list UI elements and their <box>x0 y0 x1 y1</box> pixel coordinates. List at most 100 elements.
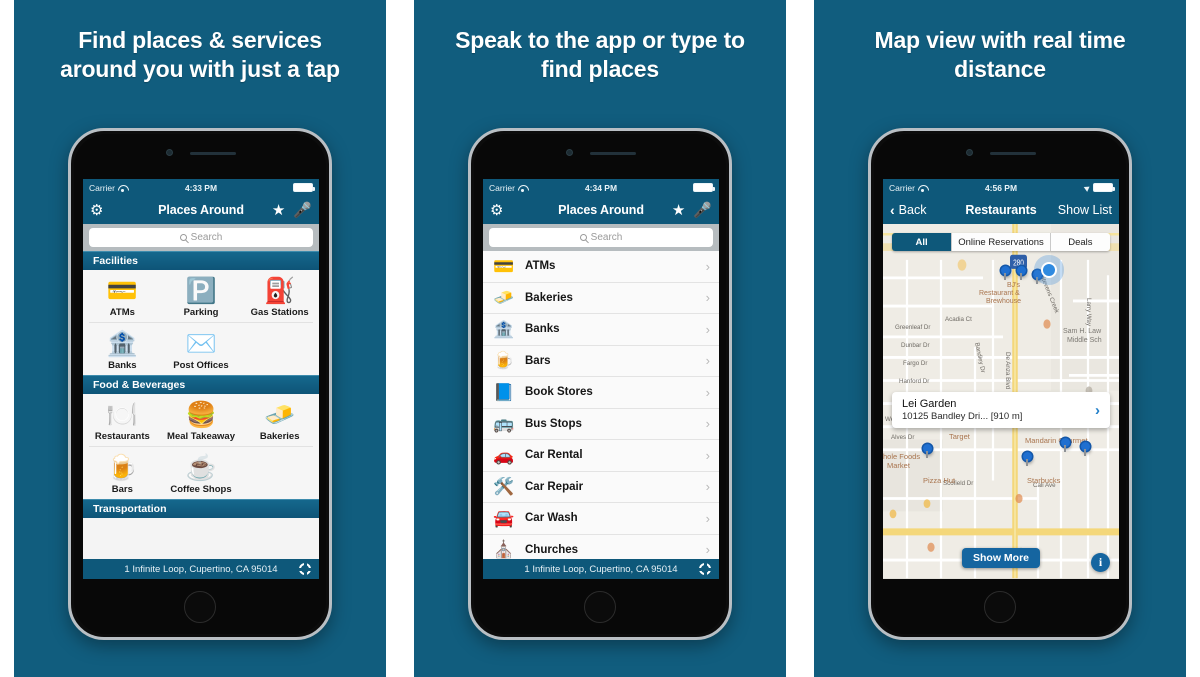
chevron-right-icon[interactable]: › <box>1095 402 1100 419</box>
category-restaurants[interactable]: 🍽️ Restaurants <box>83 400 162 442</box>
info-icon[interactable]: i <box>1091 553 1110 572</box>
category-bars[interactable]: 🍺 Bars <box>83 453 162 495</box>
category-label: Parking <box>183 307 219 318</box>
home-button[interactable] <box>184 591 216 623</box>
home-button[interactable] <box>984 591 1016 623</box>
filter-segmented-control[interactable]: All Online Reservations Deals <box>892 233 1110 251</box>
battery-icon <box>693 183 715 192</box>
list-item[interactable]: 🏦 Banks › <box>483 314 719 346</box>
category-label: Banks <box>108 360 137 371</box>
church-icon: ⛪ <box>493 540 515 560</box>
status-time: 4:33 PM <box>184 182 218 193</box>
status-bar: Carrier 4:33 PM <box>83 179 319 196</box>
list-item[interactable]: 💳 ATMs › <box>483 251 719 283</box>
bread-icon: 🧈 <box>493 288 515 308</box>
locate-crosshair-icon[interactable] <box>298 562 312 576</box>
segment-deals[interactable]: Deals <box>1050 233 1110 251</box>
category-gas-stations[interactable]: ⛽ Gas Stations <box>240 276 319 318</box>
earpiece-speaker <box>590 152 636 155</box>
list-item[interactable]: 🍺 Bars › <box>483 346 719 377</box>
coffee-icon: ☕ <box>185 454 217 482</box>
map-pin[interactable] <box>1033 270 1042 284</box>
map-pin[interactable] <box>1081 442 1090 456</box>
list-item[interactable]: 🧈 Bakeries › <box>483 283 719 314</box>
category-post-offices[interactable]: ✉️ Post Offices <box>162 329 241 371</box>
category-banks[interactable]: 🏦 Banks <box>83 329 162 371</box>
list-item[interactable]: 📘 Book Stores › <box>483 377 719 409</box>
list-item[interactable]: 🚌 Bus Stops › <box>483 409 719 440</box>
map-poi-label: BJ's <box>1007 282 1021 289</box>
bus-icon: 🚌 <box>493 414 515 434</box>
burger-icon: 🍔 <box>185 401 217 429</box>
map-pin[interactable] <box>1017 266 1026 280</box>
map-view[interactable]: 280 Greenleaf Dr Acadia Ct Dunbar Dr Far… <box>883 224 1119 579</box>
category-coffee-shops[interactable]: ☕ Coffee Shops <box>162 453 241 495</box>
phone-screen: Carrier 4:34 PM ⚙ Places Around ★ 🎤 Sear… <box>483 179 719 579</box>
map-label: Greenleaf Dr <box>895 324 931 331</box>
status-bar: Carrier 4:34 PM <box>483 179 719 196</box>
map-label: Sam H. Law <box>1063 328 1102 335</box>
star-icon[interactable]: ★ <box>672 203 685 218</box>
grid-row: 🍺 Bars ☕ Coffee Shops <box>83 447 319 499</box>
front-camera-icon <box>966 149 973 156</box>
section-header-food: Food & Beverages <box>83 375 319 394</box>
search-placeholder: Search <box>590 232 623 243</box>
address-bar[interactable]: 1 Infinite Loop, Cupertino, CA 95014 <box>483 559 719 579</box>
show-list-button[interactable]: Show List <box>1058 203 1112 217</box>
bank-icon: 🏦 <box>493 319 515 339</box>
list-item[interactable]: 🛠️ Car Repair › <box>483 472 719 503</box>
iphone-mockup: Carrier 4:56 PM ‹ Back Restaurants Show … <box>868 128 1132 640</box>
parking-icon: 🅿️ <box>185 277 217 305</box>
status-bar: Carrier 4:56 PM <box>883 179 1119 196</box>
category-empty-slot <box>240 453 319 495</box>
microphone-icon[interactable]: 🎤 <box>293 203 312 218</box>
app-store-screenshot-set: Find places & services around you with j… <box>0 0 1200 677</box>
battery-icon <box>1093 183 1115 192</box>
chevron-right-icon: › <box>705 353 710 369</box>
grid-row: 💳 ATMs 🅿️ Parking ⛽ Gas Stations <box>83 270 319 322</box>
panel-feature-browse: Find places & services around you with j… <box>14 0 386 677</box>
map-pin[interactable] <box>1023 452 1032 466</box>
list-item-label: Banks <box>525 323 560 336</box>
segment-all[interactable]: All <box>892 233 953 251</box>
map-poi-label: Brewhouse <box>986 298 1022 305</box>
map-label: Acadia Ct <box>945 316 972 323</box>
back-button[interactable]: ‹ Back <box>890 202 926 218</box>
star-icon[interactable]: ★ <box>272 203 285 218</box>
category-meal-takeaway[interactable]: 🍔 Meal Takeaway <box>162 400 241 442</box>
bank-icon: 🏦 <box>106 330 138 358</box>
nav-bar: ⚙ Places Around ★ 🎤 <box>483 196 719 224</box>
search-input[interactable]: Search <box>89 228 313 247</box>
place-callout-card[interactable]: Lei Garden 10125 Bandley Dri... [910 m] … <box>892 392 1110 428</box>
locate-crosshair-icon[interactable] <box>698 562 712 576</box>
beer-icon: 🍺 <box>106 454 138 482</box>
list-item[interactable]: 🚘 Car Wash › <box>483 503 719 535</box>
list-item-label: ATMs <box>525 260 556 273</box>
category-label: Bars <box>111 484 133 495</box>
search-bar-container: Search <box>83 224 319 251</box>
iphone-mockup: Carrier 4:34 PM ⚙ Places Around ★ 🎤 Sear… <box>468 128 732 640</box>
category-bakeries[interactable]: 🧈 Bakeries <box>240 400 319 442</box>
list-item[interactable]: 🚗 Car Rental › <box>483 440 719 472</box>
category-atms[interactable]: 💳 ATMs <box>83 276 162 318</box>
search-bar-container: Search <box>483 224 719 251</box>
gear-icon[interactable]: ⚙ <box>490 203 503 218</box>
segment-online-reservations[interactable]: Online Reservations <box>952 233 1051 251</box>
map-pin[interactable] <box>923 444 932 458</box>
list-item-label: Book Stores <box>525 386 593 399</box>
category-parking[interactable]: 🅿️ Parking <box>162 276 241 318</box>
map-pin[interactable] <box>1061 438 1070 452</box>
microphone-icon[interactable]: 🎤 <box>693 203 712 218</box>
gear-icon[interactable]: ⚙ <box>90 203 103 218</box>
map-pin[interactable] <box>1001 266 1010 280</box>
address-bar[interactable]: 1 Infinite Loop, Cupertino, CA 95014 <box>83 559 319 579</box>
chevron-right-icon: › <box>705 416 710 432</box>
search-input[interactable]: Search <box>489 228 713 247</box>
current-address: 1 Infinite Loop, Cupertino, CA 95014 <box>124 563 278 575</box>
home-button[interactable] <box>584 591 616 623</box>
earpiece-speaker <box>190 152 236 155</box>
category-label: Bakeries <box>259 431 300 442</box>
current-location-pin[interactable] <box>1043 264 1055 276</box>
battery-icon <box>293 183 315 192</box>
show-more-button[interactable]: Show More <box>961 548 1041 568</box>
